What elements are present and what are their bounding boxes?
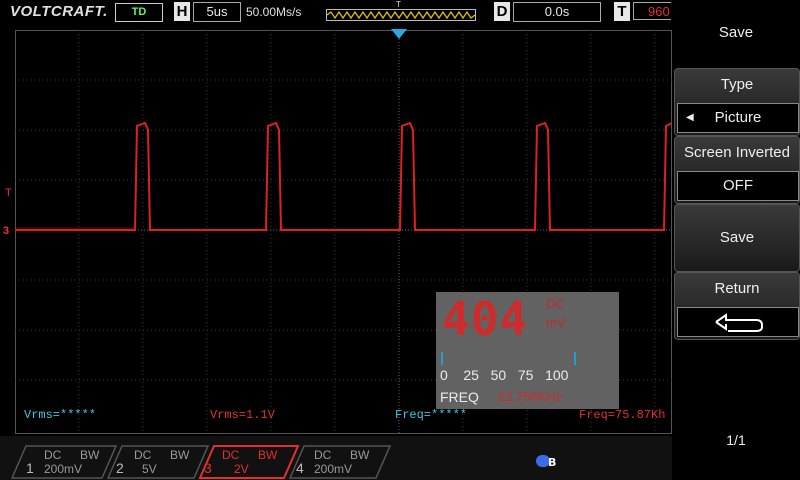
return-label: Return xyxy=(714,280,760,297)
channel-scale: 200mV xyxy=(314,462,353,476)
channel-3-tab[interactable]: 3 DC BW 2V xyxy=(200,446,286,476)
measure-vrms-1: Vrms=***** xyxy=(24,408,97,422)
channel-2-tab[interactable]: 2 DC BW 5V xyxy=(112,446,198,476)
channel-scale: 5V xyxy=(142,462,157,476)
memory-trigger-marker: T xyxy=(396,0,401,9)
sample-rate: 50.00Ms/s xyxy=(246,5,302,19)
screen-inverted-option[interactable]: Screen Inverted OFF xyxy=(674,136,800,204)
channel-bw: BW xyxy=(80,448,100,462)
left-arrow-icon: ◀ xyxy=(686,112,694,123)
channel-coupling: DC xyxy=(314,448,332,462)
channel-coupling: DC xyxy=(44,448,62,462)
measure-freq-3: Freq=75.87Kh xyxy=(579,408,666,422)
side-menu: Save Type ◀ Picture Screen Inverted OFF … xyxy=(672,0,800,480)
channel-scale: 2V xyxy=(234,462,249,476)
inverted-label: Screen Inverted xyxy=(684,144,790,161)
trigger-value[interactable]: 960 xyxy=(633,2,671,20)
delay-value[interactable]: 0.0s xyxy=(513,2,601,22)
channel-coupling: DC xyxy=(222,448,240,462)
save-button[interactable]: Save xyxy=(674,204,800,272)
memory-bar xyxy=(326,9,476,21)
channel-3-marker[interactable]: 3 xyxy=(3,225,9,237)
timebase-value[interactable]: 5us xyxy=(193,2,241,22)
type-option[interactable]: Type ◀ Picture xyxy=(674,68,800,136)
trigger-position-icon[interactable] xyxy=(391,29,407,39)
channel-number: 1 xyxy=(26,460,34,476)
type-value: Picture xyxy=(714,109,762,126)
channel-number: 3 xyxy=(204,460,212,476)
dmm-coupling: DC xyxy=(546,296,565,311)
type-value-field[interactable]: ◀ Picture xyxy=(677,103,799,133)
return-arrow-icon xyxy=(715,313,763,332)
channel-bw: BW xyxy=(350,448,370,462)
status-bar: VOLTCRAFT. TD H 5us 50.00Ms/s T D 0.0s T… xyxy=(0,0,672,24)
trigger-level-marker[interactable]: T xyxy=(5,187,12,199)
channel-bar: 1 DC BW 200mV 2 DC BW 5V 3 DC BW 2V 4 DC… xyxy=(0,436,672,480)
dmm-panel: 404 DC mV 0 25 50 75 100 FREQ 22.756KHz xyxy=(436,292,619,409)
brand-logo: VOLTCRAFT. xyxy=(10,3,108,20)
menu-title: Save xyxy=(718,24,754,41)
delay-label: D xyxy=(494,2,510,21)
dmm-scale: 0 25 50 75 100 xyxy=(440,367,569,383)
trigger-label: T xyxy=(614,2,630,21)
page-indicator: 1/1 xyxy=(726,432,746,448)
channel-bw: BW xyxy=(258,448,278,462)
channel-scale: 200mV xyxy=(44,462,83,476)
dmm-freq-value: 22.756KHz xyxy=(498,389,563,404)
memory-waveform-icon xyxy=(327,10,475,20)
save-label: Save xyxy=(719,229,755,246)
mode-indicator[interactable]: TD xyxy=(115,3,163,22)
svg-text:B: B xyxy=(548,456,556,468)
channel-1-tab[interactable]: 1 DC BW 200mV xyxy=(22,446,108,476)
dmm-bar-end xyxy=(574,352,576,365)
channel-4-tab[interactable]: 4 DC BW 200mV xyxy=(292,446,378,476)
usb-icon: B xyxy=(536,455,556,468)
channel-number: 2 xyxy=(116,460,124,476)
measure-vrms-3: Vrms=1.1V xyxy=(210,408,275,422)
type-label: Type xyxy=(720,76,754,93)
return-arrow-box xyxy=(677,307,799,337)
measure-freq-1: Freq=***** xyxy=(395,408,468,422)
dmm-freq-label: FREQ xyxy=(440,389,479,405)
channel-coupling: DC xyxy=(134,448,152,462)
horizontal-label: H xyxy=(174,2,190,21)
inverted-value[interactable]: OFF xyxy=(677,171,799,201)
return-button[interactable]: Return xyxy=(674,272,800,340)
channel-bw: BW xyxy=(170,448,190,462)
dmm-reading: 404 xyxy=(442,292,529,346)
dmm-bar-start xyxy=(441,352,443,365)
dmm-unit: mV xyxy=(546,315,566,330)
channel-number: 4 xyxy=(296,460,304,476)
